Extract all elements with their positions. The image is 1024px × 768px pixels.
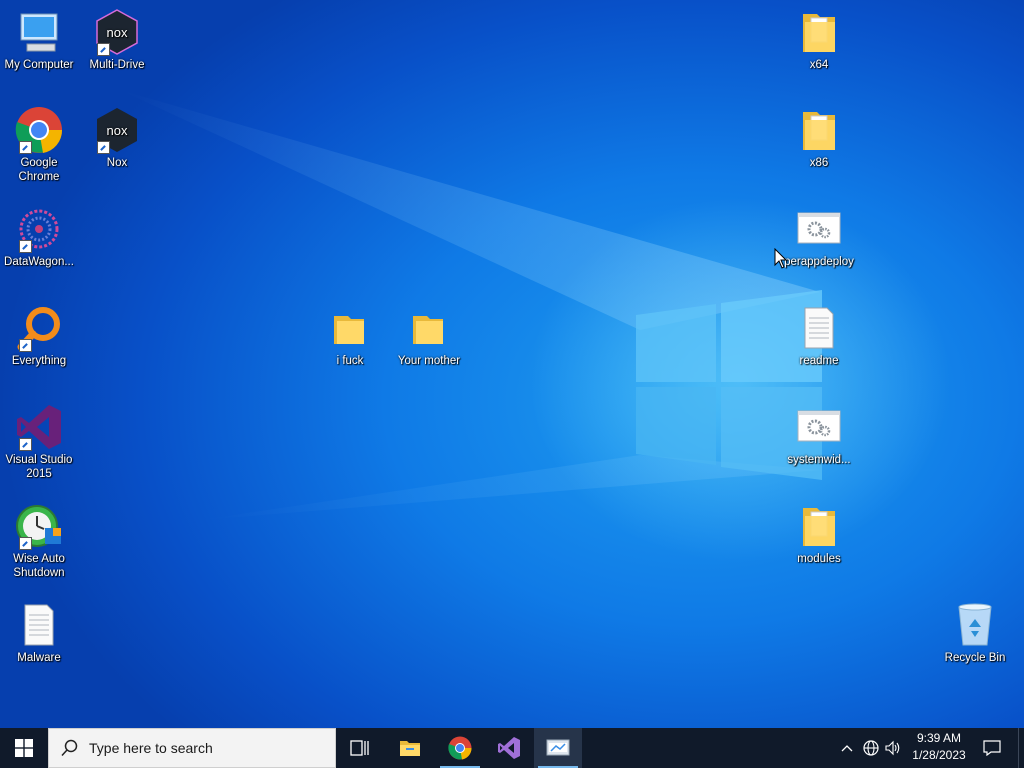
desktop-icon-multi-drive[interactable]: nox Multi-Drive [78,8,156,72]
desktop-icon-nox[interactable]: nox Nox [78,106,156,170]
recycle-bin-icon [951,601,999,649]
speaker-volume-icon [885,740,900,756]
nox-multi-drive-icon: nox [93,8,141,56]
desktop-icon-wise-auto-shutdown[interactable]: Wise Auto Shutdown [0,502,78,580]
datawagon-icon [15,205,63,253]
text-document-icon [795,304,843,352]
control-panel-icon [546,739,570,756]
mouse-cursor-icon [774,248,788,269]
task-view-icon [350,740,369,756]
show-hidden-icons-button[interactable] [836,728,858,768]
desktop-icon-folder-your-mother[interactable]: Your mother [390,304,468,368]
visual-studio-taskbar-button[interactable] [485,728,533,768]
nox-icon: nox [93,106,141,154]
clock-date: 1/28/2023 [912,748,966,762]
file-explorer-taskbar-button[interactable] [386,728,434,768]
notification-icon [983,740,1001,756]
desktop-icon-recycle-bin[interactable]: Recycle Bin [936,601,1014,665]
desktop-icon-google-chrome[interactable]: Google Chrome [0,106,78,184]
start-button[interactable] [0,728,48,768]
desktop-icon-everything[interactable]: Everything [0,304,78,368]
wise-auto-shutdown-icon [15,502,63,550]
taskbar: Type here to search 9:39 AM 1/28/2023 [0,728,1024,768]
folder-icon [405,304,453,352]
computer-icon [15,8,63,56]
svg-text:nox: nox [107,25,128,40]
desktop-icon-modules[interactable]: modules [780,502,858,566]
chrome-icon [448,736,472,760]
search-placeholder: Type here to search [89,740,213,756]
config-file-icon [795,403,843,451]
desktop-icon-readme[interactable]: readme [780,304,858,368]
desktop-icon-visual-studio[interactable]: Visual Studio 2015 [0,403,78,481]
task-view-button[interactable] [336,728,384,768]
globe-network-icon [863,740,879,756]
svg-text:nox: nox [107,123,128,138]
chrome-icon [15,106,63,154]
everything-search-icon [15,304,63,352]
visual-studio-icon [15,403,63,451]
folder-with-files-icon [795,502,843,550]
show-desktop-button[interactable] [1018,728,1024,768]
folder-icon [326,304,374,352]
desktop-icon-systemwid[interactable]: systemwid... [780,403,858,467]
folder-with-files-icon [795,8,843,56]
volume-button[interactable] [882,728,904,768]
taskbar-search-box[interactable]: Type here to search [48,728,336,768]
desktop-icon-datawagon[interactable]: DataWagon... [0,205,78,269]
desktop-icon-x86[interactable]: x86 [780,106,858,170]
action-center-button[interactable] [976,728,1008,768]
text-document-icon [15,601,63,649]
desktop-icon-my-computer[interactable]: My Computer [0,8,78,72]
search-icon [61,739,78,757]
folder-with-files-icon [795,106,843,154]
visual-studio-icon [498,737,520,759]
desktop-icon-x64[interactable]: x64 [780,8,858,72]
chrome-taskbar-button[interactable] [436,728,484,768]
desktop-icon-perappdeploy[interactable]: perappdeploy [780,205,858,269]
file-explorer-icon [400,741,420,756]
desktop-icon-folder-i-fuck[interactable]: i fuck [311,304,389,368]
chevron-up-icon [841,745,853,752]
network-button[interactable] [860,728,882,768]
config-file-icon [795,205,843,253]
windows-start-icon [15,739,33,757]
clock-time: 9:39 AM [916,731,962,745]
taskbar-clock[interactable]: 9:39 AM 1/28/2023 [904,730,974,766]
desktop-icon-malware[interactable]: Malware [0,601,78,665]
desktop[interactable]: My Computer nox Multi-Drive Google Chrom… [0,0,1024,728]
control-panel-taskbar-button[interactable] [534,728,582,768]
